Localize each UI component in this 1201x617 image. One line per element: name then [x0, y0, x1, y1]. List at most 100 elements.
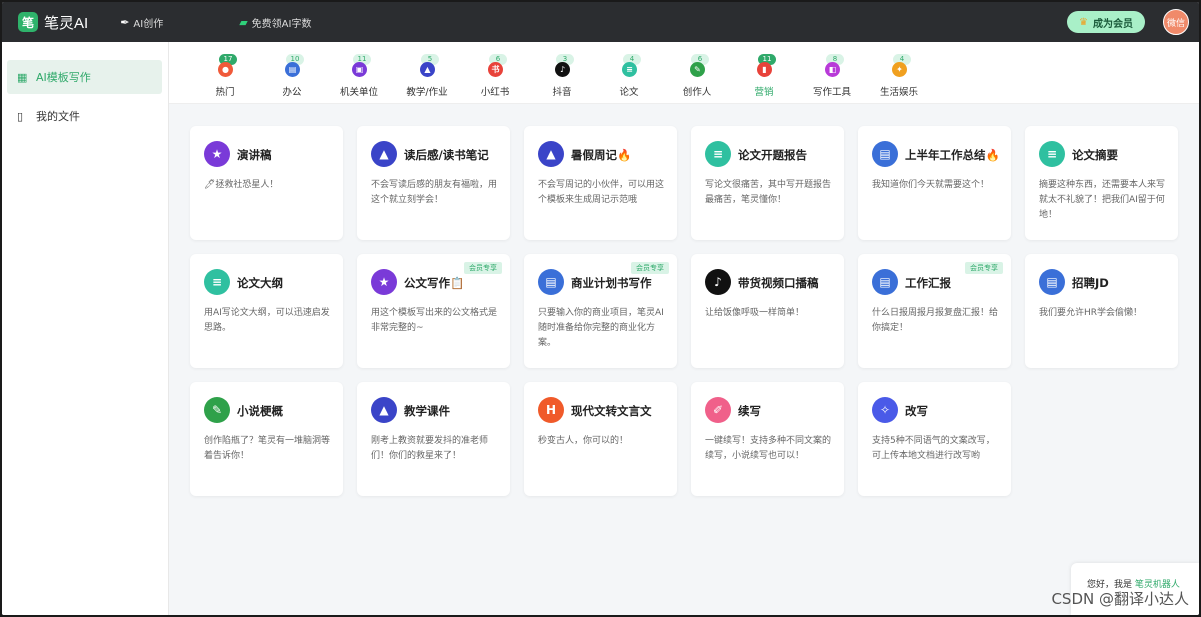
card-description: 🖊拯救社恐星人！	[204, 180, 279, 190]
sidebar-item-my-files[interactable]: ▯ 我的文件	[7, 99, 162, 133]
entertainment-icon: ✦	[892, 62, 907, 77]
card-title: 演讲稿	[237, 148, 272, 162]
tiktok-icon: ♪	[555, 62, 570, 77]
marketing-icon: ▮	[757, 62, 772, 77]
tab-10[interactable]: 4 ✦ 生活娱乐	[866, 54, 932, 100]
category-tabs: 17 ● 热门 10 ▤ 办公 11 ▣ 机关单位 5 ▲ 教学/作业 6 书小红书 3 ♪ 抖音 4 ≡ 论文 6 ✎ 创…	[169, 42, 1199, 104]
tab-label: 教学/作业	[406, 87, 448, 98]
template-card[interactable]: ▤ 上半年工作总结🔥 我知道你们今天就需要这个！	[858, 126, 1011, 240]
template-card[interactable]: ▤ 商业计划书写作 只要输入你的商业项目，笔灵AI随时准备给你完整的商业化方案。 会员…	[524, 254, 677, 368]
template-card[interactable]: H 现代文转文言文 秒变古人，你可以的！	[524, 382, 677, 496]
tab-9[interactable]: 8 ◧ 写作工具	[799, 54, 865, 100]
continue-write-icon: ✐	[705, 397, 731, 423]
tab-label: 写作工具	[812, 87, 851, 98]
template-card[interactable]: ▲ 读后感/读书笔记不会写读后感的朋友有福啦，用这个就立刻学会！	[357, 126, 510, 240]
briefcase-icon: ▤	[872, 269, 898, 295]
template-card[interactable]: ✎ 小说梗概 创作陷瓶了？笔灵有一堆脑洞等着告诉你！	[190, 382, 343, 496]
ai-create-link[interactable]: ✒ AI创作	[120, 15, 163, 30]
card-title: 续写	[738, 404, 761, 418]
tab-2[interactable]: 11 ▣ 机关单位	[326, 54, 392, 100]
template-card[interactable]: ♪ 带货视频口播稿 让给饭像呼吸一样简单！	[691, 254, 844, 368]
tab-5[interactable]: 3 ♪ 抖音	[529, 54, 595, 100]
tab-label: 热门	[215, 87, 235, 98]
tab-0[interactable]: 17 ● 热门	[192, 54, 258, 100]
tab-label: 创作人	[682, 87, 712, 98]
tools-icon: ◧	[825, 62, 840, 77]
graduation-cap-icon: ▲	[420, 62, 435, 77]
graduation-cap-icon: ▲	[371, 397, 397, 423]
template-card[interactable]: ▤ 工作汇报 什么日报周报月报复盘汇报！给你搞定！ 会员专享	[858, 254, 1011, 368]
fire-icon: ●	[218, 62, 233, 77]
gift-icon: ▰	[239, 15, 248, 29]
card-description: 我知道你们今天就需要这个！	[872, 180, 990, 190]
logo[interactable]: 笔 笔灵AI	[18, 12, 88, 33]
template-card[interactable]: ▲ 教学课件 刚考上教资就要发抖的准老师们！你们的救星来了！	[357, 382, 510, 496]
template-card[interactable]: ≡ 论文摘要 摘要这种东西，还需要本人来写就太不礼貌了！把我们AI留于何地！	[1025, 126, 1178, 240]
crown-icon: ♛	[1079, 16, 1088, 28]
logo-text: 笔灵AI	[44, 14, 89, 32]
template-card[interactable]: ★ 演讲稿 🖊拯救社恐星人！	[190, 126, 343, 240]
card-title: 论文开题报告	[738, 148, 807, 162]
card-title: 上半年工作总结🔥	[905, 148, 1000, 162]
card-title: 改写	[905, 404, 928, 418]
template-card[interactable]: ≡ 论文大纲 用AI写论文大纲，可以迅速启发思路。	[190, 254, 343, 368]
card-description: 用这个模板写出来的公文格式是非常完整的~	[371, 308, 498, 333]
card-description: 让给饭像呼吸一样简单！	[705, 308, 805, 318]
vip-only-badge: 会员专享	[631, 262, 669, 274]
rewrite-icon: ✧	[872, 397, 898, 423]
template-card[interactable]: ✧ 改写 支持5种不同语气的文案改写，可上传本地文档进行改写哟	[858, 382, 1011, 496]
card-title: 招聘JD	[1072, 276, 1109, 290]
free-words-link[interactable]: ▰ 免费领AI字数	[239, 15, 311, 30]
ai-create-label: AI创作	[133, 18, 164, 30]
top-bar: 笔 笔灵AI ✒ AI创作 ▰ 免费领AI字数 ♛ 成为会员 微信	[2, 2, 1199, 42]
card-description: 不会写读后感的朋友有福啦，用这个就立刻学会！	[371, 180, 498, 205]
card-title: 小说梗概	[237, 404, 283, 418]
html-icon: H	[538, 397, 564, 423]
vip-only-badge: 会员专享	[464, 262, 502, 274]
card-title: 读后感/读书笔记	[404, 148, 489, 162]
card-description: 秒变古人，你可以的！	[538, 436, 629, 446]
card-title: 暑假周记🔥	[571, 148, 632, 162]
watermark: CSDN @翻译小达人	[1051, 590, 1189, 608]
template-icon: ▦	[17, 70, 28, 84]
pen-icon: ✎	[690, 62, 705, 77]
paper-icon: ≡	[622, 62, 637, 77]
card-title: 带货视频口播稿	[738, 276, 819, 290]
paper-icon: ≡	[204, 269, 230, 295]
paper-icon: ≡	[1039, 141, 1065, 167]
sidebar-item-label: 我的文件	[36, 110, 80, 123]
tab-1[interactable]: 10 ▤ 办公	[259, 54, 325, 100]
card-description: 一键续写！支持多种不同文案的续写，小说续写也可以！	[705, 436, 832, 461]
tab-label: 抖音	[552, 87, 572, 98]
template-card[interactable]: ▤ 招聘JD 我们要允许HR学会偷懒！	[1025, 254, 1178, 368]
briefcase-icon: ▤	[285, 62, 300, 77]
briefcase-icon: ▤	[872, 141, 898, 167]
briefcase-icon: ▤	[1039, 269, 1065, 295]
pen-icon: ✎	[204, 397, 230, 423]
tab-8[interactable]: 11 ▮ 营销	[731, 54, 797, 100]
sidebar-item-ai-template[interactable]: ▦ AI模板写作	[7, 60, 162, 94]
tab-7[interactable]: 6 ✎ 创作人	[664, 54, 730, 100]
template-card[interactable]: ≡ 论文开题报告 写论文很痛苦，其中写开题报告最痛苦，笔灵懂你！	[691, 126, 844, 240]
card-description: 摘要这种东西，还需要本人来写就太不礼貌了！把我们AI留于何地！	[1039, 180, 1166, 220]
tab-label: 小红书	[480, 87, 510, 98]
tab-3[interactable]: 5 ▲ 教学/作业	[394, 54, 460, 100]
card-title: 商业计划书写作	[571, 276, 652, 290]
tab-label: 办公	[282, 87, 302, 98]
avatar[interactable]: 微信	[1163, 9, 1189, 35]
tab-6[interactable]: 4 ≡ 论文	[596, 54, 662, 100]
template-card[interactable]: ✐ 续写一键续写！支持多种不同文案的续写，小说续写也可以！	[691, 382, 844, 496]
template-card[interactable]: ★ 公文写作📋 用这个模板写出来的公文格式是非常完整的~ 会员专享	[357, 254, 510, 368]
feather-icon: ✒	[120, 15, 130, 29]
card-description: 什么日报周报月报复盘汇报！给你搞定！	[872, 308, 999, 333]
tab-4[interactable]: 6 书小红书	[462, 54, 528, 100]
star-icon: ★	[371, 269, 397, 295]
tab-label: 生活娱乐	[879, 87, 918, 98]
template-card[interactable]: ▲ 暑假周记🔥 不会写周记的小伙伴，可以用这个模板来生成周记示范哦	[524, 126, 677, 240]
graduation-cap-icon: ▲	[371, 141, 397, 167]
card-description: 我们要允许HR学会偷懒！	[1039, 308, 1143, 318]
become-vip-button[interactable]: ♛ 成为会员	[1067, 11, 1145, 33]
sidebar: ▦ AI模板写作 ▯ 我的文件	[2, 42, 169, 615]
card-description: 写论文很痛苦，其中写开题报告最痛苦，笔灵懂你！	[705, 180, 832, 205]
logo-mark: 笔	[18, 12, 38, 32]
